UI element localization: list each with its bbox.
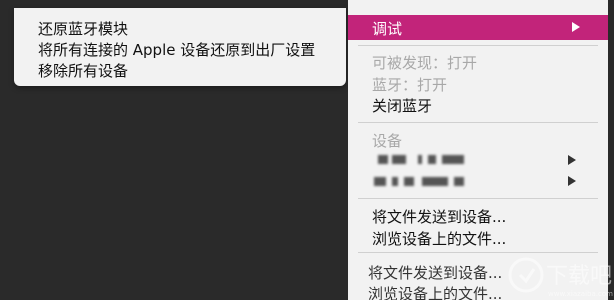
debug-submenu: 还原蓝牙模块 将所有连接的 Apple 设备还原到出厂设置 移除所有设备 — [14, 8, 346, 86]
submenu-item-reset-bluetooth-module[interactable]: 还原蓝牙模块 — [38, 18, 128, 39]
bluetooth-menu: 调试 可被发现：打开 蓝牙：打开 关闭蓝牙 设备 将文件发送到设备... 浏览设… — [348, 0, 608, 300]
submenu-item-remove-all-devices[interactable]: 移除所有设备 — [38, 60, 128, 81]
menu-item-send-file-duplicate[interactable]: 将文件发送到设备... — [368, 262, 502, 283]
device-name-redacted[interactable] — [372, 175, 468, 189]
menu-separator — [358, 122, 598, 123]
submenu-item-factory-reset-apple-devices[interactable]: 将所有连接的 Apple 设备还原到出厂设置 — [38, 39, 315, 60]
menu-item-discoverable-status: 可被发现：打开 — [372, 54, 478, 72]
menu-item-browse-files-duplicate[interactable]: 浏览设备上的文件... — [368, 283, 502, 300]
device-submenu-arrow-icon — [568, 176, 576, 186]
device-submenu-arrow-icon — [568, 155, 576, 165]
menu-separator — [358, 252, 598, 253]
menu-item-turn-off-bluetooth[interactable]: 关闭蓝牙 — [372, 95, 432, 116]
device-name-redacted[interactable] — [372, 153, 468, 167]
menu-separator — [358, 45, 598, 46]
menu-separator — [358, 198, 598, 199]
menu-item-browse-files[interactable]: 浏览设备上的文件... — [372, 228, 506, 249]
menu-item-debug-label: 调试 — [372, 20, 403, 38]
menu-item-debug[interactable]: 调试 — [348, 15, 608, 40]
menu-item-bluetooth-status: 蓝牙：打开 — [372, 76, 448, 94]
menu-top-divider — [368, 0, 488, 3]
menu-item-send-file[interactable]: 将文件发送到设备... — [372, 206, 506, 227]
menu-devices-header: 设备 — [372, 132, 403, 150]
submenu-arrow-icon — [572, 22, 580, 32]
